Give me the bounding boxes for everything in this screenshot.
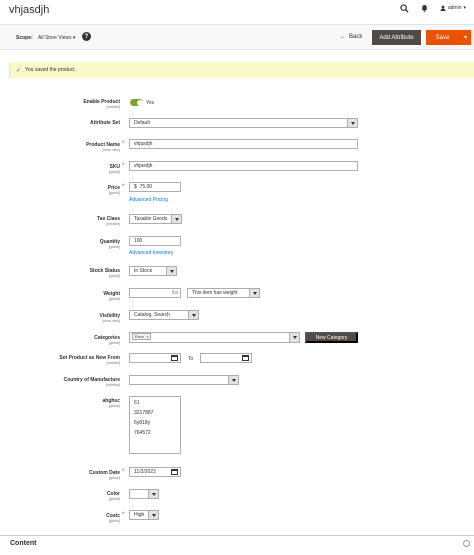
quantity-label: Quantity [global]: [99, 239, 120, 249]
chevron-down-icon: [148, 511, 158, 519]
custom-date-value: 11/2/2022: [134, 469, 156, 475]
stock-status-label: Stock Status [global]: [89, 268, 120, 278]
required-marker: *: [122, 163, 125, 169]
chevron-down-icon: [347, 119, 357, 127]
ahghsc-multiselect[interactable]: 61 3217887 6y818y 764572: [129, 396, 181, 454]
page-actions-bar: Scope: All Store Views ▾ ? ← Back Add At…: [0, 24, 474, 50]
required-marker: *: [122, 141, 125, 147]
price-input[interactable]: $ 75.00: [129, 182, 181, 192]
header-actions: admin ▾: [400, 3, 466, 13]
visibility-label: Visibility [store view]: [99, 313, 120, 323]
bell-icon[interactable]: [420, 3, 430, 13]
search-icon[interactable]: [400, 3, 410, 13]
back-button[interactable]: ← Back: [340, 34, 362, 40]
content-section[interactable]: Content: [0, 535, 474, 555]
color-label: Color [global]: [106, 491, 120, 501]
chevron-down-icon: [228, 376, 238, 384]
attribute-set-select[interactable]: Default: [129, 118, 358, 128]
content-section-title: Content: [10, 540, 37, 547]
required-marker: *: [122, 469, 125, 475]
country-select[interactable]: [129, 375, 239, 385]
tax-class-select[interactable]: Taxable Goods: [129, 214, 182, 224]
save-label: Save: [426, 34, 460, 41]
new-from-label: Set Product as New From [website]: [59, 355, 120, 365]
custom-date-label: Custom Date [global]: [89, 470, 120, 480]
categories-multiselect[interactable]: [129, 332, 300, 343]
sku-input[interactable]: vhjasdjh: [129, 161, 358, 171]
calendar-icon[interactable]: [242, 355, 249, 361]
country-label: Country of Manufacture [website]: [63, 377, 120, 387]
close-icon[interactable]: ×: [147, 334, 149, 339]
collapse-icon[interactable]: [463, 540, 470, 547]
tax-class-label: Tax Class [website]: [97, 216, 120, 226]
sku-label: SKU [global]: [108, 164, 120, 174]
enable-product-label: Enable Product [website]: [83, 99, 120, 109]
chevron-down-icon: [171, 215, 181, 223]
help-icon[interactable]: ?: [82, 32, 91, 41]
save-button[interactable]: Save ▾: [426, 30, 471, 45]
user-name: admin: [447, 5, 462, 11]
ahghsc-option[interactable]: 61: [134, 400, 140, 406]
weight-type-select[interactable]: This item has weight: [187, 288, 260, 298]
user-icon: [440, 5, 446, 11]
success-message-text: You saved the product.: [25, 67, 76, 73]
back-label: Back: [349, 34, 363, 40]
success-message: ✓ You saved the product.: [9, 62, 474, 78]
currency-symbol: $: [134, 184, 137, 190]
scope-label: Scope:: [16, 35, 33, 41]
quantity-input[interactable]: 100: [129, 236, 181, 246]
ahghsc-option[interactable]: 3217887: [134, 410, 153, 416]
user-menu[interactable]: admin ▾: [440, 5, 466, 11]
price-value: 75.00: [139, 184, 153, 190]
ahghsc-option[interactable]: 764572: [134, 430, 151, 436]
product-name-input[interactable]: vhjasdjh: [129, 139, 358, 149]
advanced-pricing-link[interactable]: Advanced Pricing: [129, 197, 168, 203]
color-select[interactable]: [129, 489, 159, 499]
category-chip[interactable]: Error ×: [132, 333, 151, 340]
store-view-switcher[interactable]: All Store Views ▾: [38, 35, 75, 41]
calendar-icon[interactable]: [171, 469, 178, 475]
enable-product-toggle[interactable]: [130, 99, 143, 106]
chevron-down-icon: [166, 267, 176, 275]
product-name-label: Product Name [store view]: [86, 142, 120, 152]
categories-label: Categories [global]: [94, 335, 120, 345]
chevron-down-icon: [289, 333, 299, 342]
store-view-value: All Store Views: [38, 35, 72, 41]
save-split-toggle[interactable]: ▾: [460, 34, 471, 41]
weight-label: Weight [global]: [103, 291, 120, 301]
costc-select[interactable]: High: [129, 510, 159, 520]
advanced-inventory-link[interactable]: Advanced Inventory: [129, 250, 173, 256]
visibility-select[interactable]: Catalog, Search: [129, 310, 199, 320]
page-title: vhjasdjh: [9, 4, 50, 16]
required-marker: *: [122, 512, 125, 518]
price-label: Price [global]: [107, 185, 120, 195]
costc-label: Costc [global]: [106, 513, 120, 523]
required-marker: *: [122, 184, 125, 190]
ahghsc-option[interactable]: 6y818y: [134, 420, 150, 426]
category-chip-label: Error: [135, 334, 144, 339]
weight-unit: lbs: [172, 290, 179, 296]
attribute-set-label: Attribute Set: [90, 120, 120, 126]
to-label: To: [188, 356, 194, 362]
ahghsc-label: ahghsc [global]: [102, 398, 120, 408]
chevron-down-icon: [148, 490, 158, 498]
chevron-down-icon: [249, 289, 259, 297]
calendar-icon[interactable]: [171, 355, 178, 361]
chevron-down-icon: [188, 311, 198, 319]
new-category-button[interactable]: New Category: [305, 332, 358, 343]
enable-product-value: Yes: [146, 100, 155, 106]
stock-status-select[interactable]: In Stock: [129, 266, 177, 276]
check-icon: ✓: [16, 67, 22, 74]
arrow-left-icon: ←: [340, 34, 346, 40]
add-attribute-button[interactable]: Add Attribute: [372, 30, 421, 45]
chevron-down-icon: ▾: [463, 5, 466, 11]
